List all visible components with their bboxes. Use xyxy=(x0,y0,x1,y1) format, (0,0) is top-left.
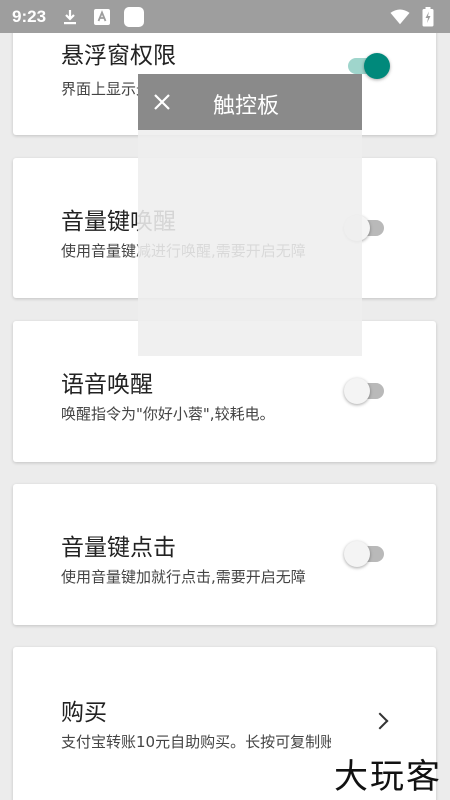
status-bar: 9:23 xyxy=(0,0,450,33)
download-icon xyxy=(60,7,80,27)
card-volume-key-click[interactable]: 音量键点击 使用音量键加就行点击,需要开启无障 xyxy=(13,484,436,625)
translate-icon xyxy=(92,7,112,27)
voice-wake-toggle[interactable] xyxy=(344,378,384,404)
status-time: 9:23 xyxy=(12,6,47,26)
card-subtitle: 支付宝转账10元自助购买。长按可复制账 xyxy=(61,733,331,751)
card-subtitle: 使用音量键加就行点击,需要开启无障 xyxy=(61,568,306,586)
card-title: 音量键点击 xyxy=(61,535,176,561)
touchpad-overlay[interactable]: 触控板 xyxy=(138,74,362,356)
card-title: 语音唤醒 xyxy=(61,372,153,398)
floating-window-toggle[interactable] xyxy=(348,53,390,79)
chevron-right-icon[interactable] xyxy=(371,712,389,730)
wifi-icon xyxy=(390,7,410,27)
touchpad-title: 触控板 xyxy=(213,94,280,119)
card-title: 悬浮窗权限 xyxy=(61,43,176,69)
close-icon[interactable] xyxy=(152,92,172,112)
card-subtitle: 唤醒指令为"你好小蓉",较耗电。 xyxy=(61,405,275,423)
app-square-icon xyxy=(124,6,145,27)
volume-key-click-toggle[interactable] xyxy=(344,541,384,567)
card-title: 购买 xyxy=(61,700,107,726)
battery-charging-icon xyxy=(418,6,438,27)
watermark-text: 大玩客 xyxy=(334,757,442,797)
touchpad-header[interactable]: 触控板 xyxy=(138,74,362,130)
